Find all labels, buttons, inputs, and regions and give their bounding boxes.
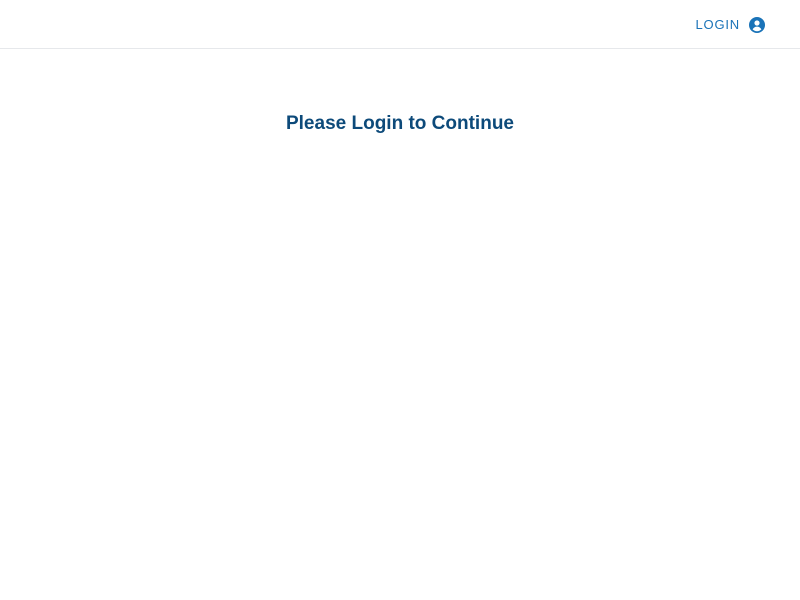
account-circle-icon	[749, 17, 765, 33]
page: LOGIN Please Login to Continue	[0, 0, 800, 600]
top-navigation-bar: LOGIN	[0, 0, 800, 49]
main-content: Please Login to Continue	[0, 50, 800, 600]
login-button[interactable]: LOGIN	[696, 15, 765, 35]
login-required-message: Please Login to Continue	[285, 113, 514, 134]
login-label: LOGIN	[695, 17, 740, 32]
